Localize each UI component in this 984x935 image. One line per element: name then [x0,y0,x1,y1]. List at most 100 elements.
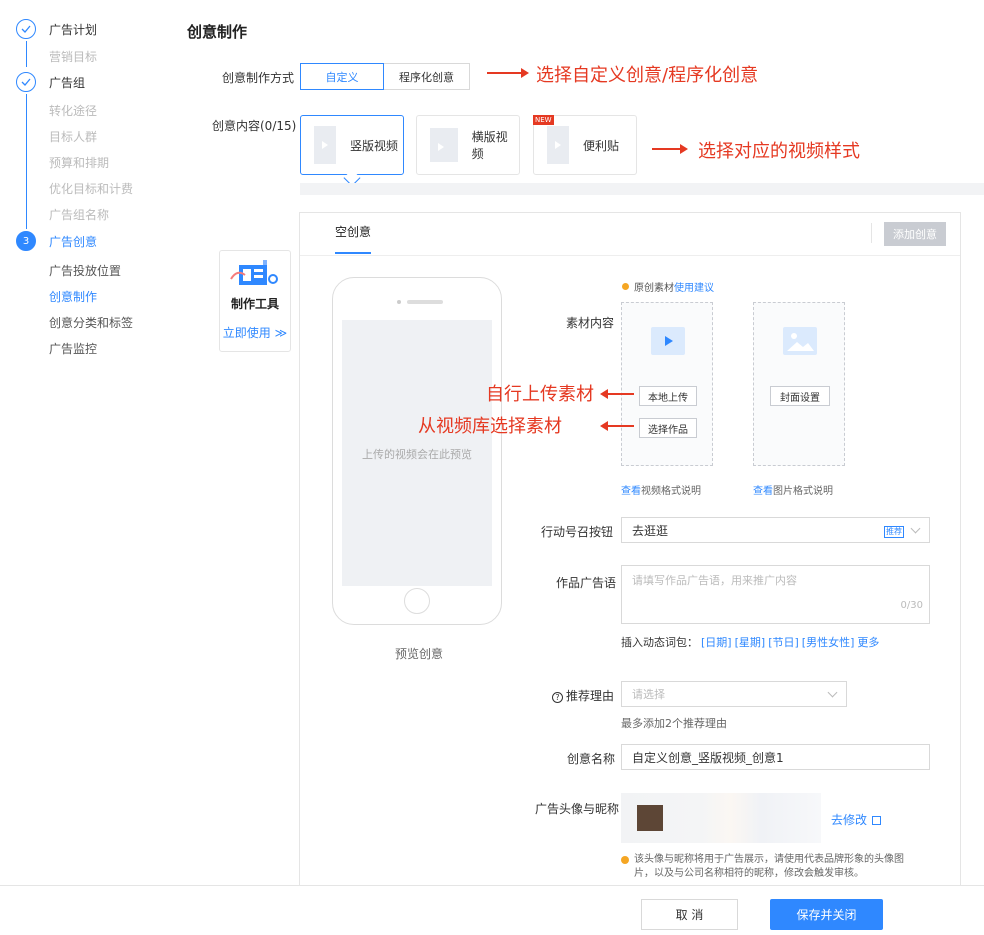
recommended-badge: 推荐 [884,526,904,538]
edit-avatar-link[interactable]: 去修改 [831,811,882,828]
tool-card[interactable]: 制作工具 立即使用 ≫ [219,250,291,352]
card-sticky-note[interactable]: NEW 便利贴 [533,115,637,175]
sub-group-name[interactable]: 广告组名称 [49,206,109,223]
material-label: 素材内容 [566,316,615,330]
reason-select[interactable]: 请选择 [621,681,847,707]
toolbox-icon [229,259,281,289]
cta-value: 去逛逛 [632,523,669,538]
sub-category-tags[interactable]: 创意分类和标签 [49,314,133,331]
tab-divider [300,255,960,256]
step-connector [26,94,27,229]
speaker [407,300,443,304]
step-label: 广告创意 [49,234,98,249]
char-counter: 0/30 [900,600,923,611]
adcopy-placeholder: 请填写作品广告语，用来推广内容 [632,574,797,587]
annotation-library: 从视频库选择素材 [418,416,562,437]
chevron-down-icon [827,687,838,698]
step-number: 3 [16,231,36,251]
cancel-button[interactable]: 取 消 [641,899,738,930]
preview-screen: 上传的视频会在此预览 [342,320,492,586]
step-ad-group[interactable]: 广告组 [16,72,85,92]
add-creative-button[interactable]: 添加创意 [884,222,946,246]
vertical-video-icon [314,126,336,164]
external-link-icon [872,816,882,825]
avatar-preview [621,793,821,843]
tool-use-now-link[interactable]: 立即使用 ≫ [220,324,290,341]
annotation-upload: 自行上传素材 [486,384,594,405]
tab-empty-creative[interactable]: 空创意 [335,223,372,254]
word-holiday[interactable]: [节日] [768,636,799,649]
save-close-button[interactable]: 保存并关闭 [770,899,883,930]
sticky-note-icon [547,126,569,164]
mode-label: 创意制作方式 [222,71,295,85]
original-material-hint: 原创素材 使用建议 [622,279,714,294]
usage-advice-link[interactable]: 使用建议 [674,279,714,294]
step-label: 广告计划 [49,22,98,37]
card-horizontal-video[interactable]: 横版视频 [416,115,520,175]
adcopy-textarea[interactable]: 请填写作品广告语，用来推广内容 0/30 [621,565,930,624]
word-gender[interactable]: [男性女性] [802,636,855,649]
creative-name-input[interactable]: 自定义创意_竖版视频_创意1 [621,744,930,770]
check-icon [16,72,36,92]
video-play-icon [651,327,685,355]
sub-placement[interactable]: 广告投放位置 [49,262,121,279]
cover-settings-button[interactable]: 封面设置 [770,386,830,406]
card-label: 横版视频 [471,130,508,161]
name-label: 创意名称 [567,752,616,766]
cover-upload-box: 封面设置 [753,302,845,466]
avatar-note-text: 该头像与昵称将用于广告展示，请使用代表品牌形象的头像图片，以及与公司名称相符的昵… [634,854,904,879]
video-upload-box: 本地上传 选择作品 [621,302,713,466]
chevron-down-icon [910,523,921,534]
sub-budget[interactable]: 预算和排期 [49,154,109,171]
preview-placeholder: 上传的视频会在此预览 [362,448,472,461]
hint-text: 原创素材 [634,283,674,294]
step-connector [26,41,27,67]
preview-label: 预览创意 [395,647,444,661]
word-weekday[interactable]: [星期] [735,636,766,649]
mode-custom-button[interactable]: 自定义 [300,63,384,90]
arrow-right-icon [487,68,529,78]
more-words-link[interactable]: 更多 [857,636,879,649]
local-upload-button[interactable]: 本地上传 [639,386,697,406]
video-format-link[interactable]: 查看视频格式说明 [621,482,701,497]
sub-audience[interactable]: 目标人群 [49,128,97,145]
sub-marketing-goal[interactable]: 营销目标 [49,48,97,65]
location-pin-icon [622,283,629,290]
warning-icon [621,856,629,864]
sub-optimization[interactable]: 优化目标和计费 [49,180,133,197]
section-divider [300,183,984,195]
new-badge: NEW [533,115,554,125]
card-vertical-video[interactable]: 竖版视频 [300,115,404,175]
step-ad-plan[interactable]: 广告计划 [16,19,97,39]
arrow-right-icon [652,144,688,154]
footer-bar: 取 消 保存并关闭 [0,885,984,935]
dynamic-words: 插入动态词包： [日期] [星期] [节日] [男性女性] 更多 [621,634,879,650]
sub-creative-making[interactable]: 创意制作 [49,288,97,305]
cta-select[interactable]: 去逛逛 推荐 [621,517,930,543]
reason-label-row: ? 推荐理由 [552,687,614,704]
arrow-left-icon [600,421,634,431]
adcopy-label: 作品广告语 [556,576,617,590]
check-icon [16,19,36,39]
mode-segmented-control: 自定义 程序化创意 [300,63,470,90]
arrow-left-icon [600,389,634,399]
dynamic-label: 插入动态词包： [621,636,698,649]
avatar [637,805,663,831]
sub-conversion[interactable]: 转化途径 [49,102,97,119]
step-ad-creative[interactable]: 3 广告创意 [16,231,97,251]
sub-monitoring[interactable]: 广告监控 [49,340,97,357]
reason-hint: 最多添加2个推荐理由 [621,717,727,730]
phone-preview: 上传的视频会在此预览 [332,277,502,625]
tool-title: 制作工具 [230,297,279,311]
avatar-label: 广告头像与昵称 [535,802,620,816]
help-icon[interactable]: ? [552,692,563,703]
card-label: 便利贴 [583,138,620,153]
mode-programmatic-button[interactable]: 程序化创意 [384,63,470,90]
choose-work-button[interactable]: 选择作品 [639,418,697,438]
image-format-link[interactable]: 查看图片格式说明 [753,482,833,497]
horizontal-video-icon [430,128,458,162]
card-label: 竖版视频 [350,138,399,153]
word-date[interactable]: [日期] [701,636,732,649]
avatar-note: 该头像与昵称将用于广告展示，请使用代表品牌形象的头像图片，以及与公司名称相符的昵… [621,853,921,881]
reason-label: 推荐理由 [566,689,615,703]
